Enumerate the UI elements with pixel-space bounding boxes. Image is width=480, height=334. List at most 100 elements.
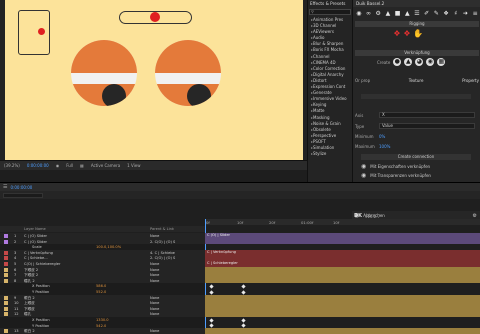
eye-icon[interactable]: ◉ — [426, 58, 435, 66]
joystick-knob[interactable] — [38, 28, 45, 35]
label-color-swatch[interactable] — [4, 256, 8, 261]
property-value[interactable]: 586.0 — [96, 284, 106, 288]
timeline-search-input[interactable] — [3, 192, 43, 198]
animation-icon[interactable]: ▲ — [384, 10, 392, 18]
time-ruler[interactable]: 0f 10f 20f 01:00f 10f — [205, 219, 480, 225]
composition-viewer[interactable] — [0, 0, 307, 160]
layer-name[interactable]: C | Schiebe... — [24, 256, 48, 260]
parent-select[interactable]: None — [150, 234, 159, 238]
more-icon[interactable]: ➜ — [462, 10, 470, 18]
link-icon[interactable]: ∞ — [365, 10, 373, 18]
quality-select[interactable]: Full — [66, 163, 73, 168]
keyframe[interactable] — [209, 284, 214, 289]
layer-name[interactable]: C(O) | Schieberegler — [24, 262, 60, 266]
zoom-level[interactable]: (39.2%) — [4, 163, 20, 168]
bone-red-icon[interactable]: ❖ — [393, 30, 401, 38]
property-name[interactable]: Y Position — [32, 324, 49, 328]
layer-name[interactable]: C | (O) Slider — [24, 240, 47, 244]
option-link-properties[interactable]: ◉ Mit Eigenschaften verknüpfen — [361, 163, 471, 170]
property-value[interactable]: 542.0 — [96, 324, 106, 328]
automation-icon[interactable]: ⚙ — [374, 10, 382, 18]
grid-icon[interactable]: ▦ — [80, 163, 84, 168]
maximum-value[interactable]: 100% — [379, 144, 390, 149]
horizontal-slider-knob[interactable] — [150, 12, 160, 22]
texture-button[interactable]: Texture — [409, 78, 424, 83]
property-name[interactable]: Y Position — [32, 290, 49, 294]
parent-select[interactable]: None — [150, 312, 159, 316]
io-icon[interactable]: ▲ — [403, 10, 411, 18]
wrench-icon[interactable]: ❖ — [442, 10, 450, 18]
label-color-swatch[interactable] — [4, 278, 8, 283]
effects-search-input[interactable]: ⚲ — [309, 9, 351, 15]
property-name[interactable]: X Position — [32, 318, 50, 322]
keys-icon[interactable]: ▦ — [437, 58, 446, 66]
property-value[interactable]: 552.0 — [96, 290, 106, 294]
duik-title[interactable]: Duik Bassel.2 — [356, 1, 384, 6]
parent-select[interactable]: None — [150, 296, 159, 300]
parent-select[interactable]: None — [150, 279, 159, 283]
layer-duration-bar[interactable] — [205, 238, 480, 245]
camera-icon[interactable]: ◉ — [56, 163, 60, 168]
camera-select[interactable]: Active Camera — [91, 163, 120, 168]
parent-select[interactable]: None — [150, 268, 159, 272]
layer-row[interactable]: 13 眼白 2 None — [0, 328, 205, 334]
keyframe[interactable] — [241, 289, 246, 295]
option-link-transparency[interactable]: ◉ Mit Transparenzen verknüpfen — [361, 172, 471, 179]
label-color-swatch[interactable] — [4, 273, 8, 278]
timeline-timecode[interactable]: 0:00:00:00 — [10, 185, 32, 190]
parent-select[interactable]: None — [150, 273, 159, 277]
axis-select[interactable]: X — [379, 112, 475, 118]
connector-icon[interactable]: ● — [393, 58, 402, 66]
bone-red-icon[interactable]: ❖ — [403, 30, 411, 38]
layer-name[interactable]: C | Verknüpfung — [24, 251, 53, 255]
viewer-timecode[interactable]: 0:00:00:00 — [27, 163, 49, 168]
layer-duration-bar[interactable] — [205, 277, 480, 284]
keyframe[interactable] — [209, 317, 214, 323]
layer-duration-bar[interactable] — [205, 328, 480, 334]
label-color-swatch[interactable] — [4, 306, 8, 311]
slider-connector-icon[interactable]: ▲ — [404, 58, 413, 66]
hand-icon[interactable]: ✋ — [413, 30, 423, 38]
parent-select[interactable]: None — [150, 307, 159, 311]
layer-name[interactable]: C | (O) Slider — [24, 234, 47, 238]
property-name[interactable]: X Position — [32, 284, 50, 288]
parent-select[interactable]: None — [150, 301, 159, 305]
link-tool-icon[interactable]: ♯ — [452, 10, 460, 18]
label-color-swatch[interactable] — [4, 329, 8, 334]
label-color-swatch[interactable] — [4, 239, 8, 244]
label-color-swatch[interactable] — [4, 250, 8, 255]
label-color-swatch[interactable] — [4, 295, 8, 300]
col-layer-name[interactable]: Layer Name — [24, 227, 46, 231]
parent-select[interactable]: 2. C(O) | (O) S — [150, 240, 175, 244]
parent-select[interactable]: None — [150, 329, 159, 333]
dial-icon[interactable]: ◕ — [415, 58, 424, 66]
property-name[interactable]: Scale — [32, 245, 42, 249]
effects-category[interactable]: Stylize — [310, 151, 354, 157]
settings-tool-icon[interactable]: ☰ — [413, 10, 421, 18]
camera-tool-icon[interactable]: ■ — [394, 10, 402, 18]
parent-select[interactable]: None — [150, 262, 159, 266]
keyframe[interactable] — [241, 323, 246, 328]
parent-select[interactable]: 4. C | Schiebe — [150, 251, 175, 255]
keyframe[interactable] — [209, 289, 214, 295]
parent-select[interactable]: 2. C(O) | (O) S — [150, 256, 175, 260]
label-color-swatch[interactable] — [4, 267, 8, 272]
list-icon[interactable]: ≡ — [471, 10, 479, 18]
col-parent[interactable]: Parent & Link — [150, 227, 174, 231]
layer-duration-bar[interactable] — [205, 311, 480, 317]
label-color-swatch[interactable] — [4, 301, 8, 306]
label-color-swatch[interactable] — [4, 262, 8, 266]
composition-canvas[interactable] — [5, 0, 303, 160]
minimum-value[interactable]: 0% — [379, 134, 385, 139]
label-color-swatch[interactable] — [4, 234, 8, 238]
timeline-tab-icon[interactable]: ☰ — [3, 184, 7, 190]
property-value[interactable]: 1330.0 — [96, 318, 109, 322]
edit-icon[interactable]: ✐ — [423, 10, 431, 18]
keyframe[interactable] — [241, 284, 246, 289]
label-color-swatch[interactable] — [4, 312, 8, 317]
property-value[interactable]: 100.0,100.0% — [96, 245, 121, 249]
property-button[interactable]: Property — [462, 78, 479, 83]
keyframe[interactable] — [241, 317, 246, 323]
layer-name[interactable]: 眼白 2 — [24, 329, 35, 334]
effects-panel-title[interactable]: Effects & Presets — [310, 1, 345, 6]
